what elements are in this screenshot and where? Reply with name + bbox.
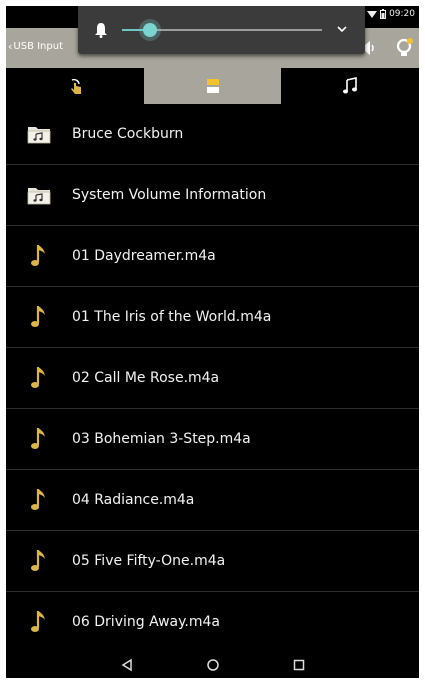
music-folder-icon: [6, 165, 72, 226]
recents-square-icon: [293, 659, 304, 671]
volume-popup: [78, 6, 365, 54]
music-file-icon: [6, 531, 72, 592]
list-item[interactable]: 03 Bohemian 3-Step.m4a: [6, 409, 419, 470]
list-item[interactable]: 01 Daydreamer.m4a: [6, 226, 419, 287]
tab-touch[interactable]: [6, 68, 144, 104]
music-file-icon: [6, 409, 72, 470]
list-item[interactable]: 04 Radiance.m4a: [6, 470, 419, 531]
nav-back-button[interactable]: [119, 657, 135, 673]
list-item[interactable]: 06 Driving Away.m4a: [6, 592, 419, 653]
nav-home-button[interactable]: [205, 657, 221, 673]
wifi-icon: [367, 10, 378, 18]
chevron-down-icon[interactable]: [337, 24, 347, 34]
back-button[interactable]: ‹ USB Input: [8, 40, 63, 53]
touch-icon: [70, 78, 81, 94]
file-list: Bruce Cockburn System Volume Information 0…: [6, 104, 419, 654]
list-item[interactable]: 01 The Iris of the World.m4a: [6, 287, 419, 348]
battery-icon: [380, 9, 387, 19]
music-file-icon: [6, 470, 72, 531]
status-right: 09:20: [367, 9, 415, 19]
list-item-label: 02 Call Me Rose.m4a: [72, 370, 220, 386]
home-circle-icon: [206, 659, 219, 671]
music-file-icon: [6, 592, 72, 653]
tab-bar: [6, 68, 419, 104]
tab-folders[interactable]: [143, 68, 282, 104]
system-nav-bar: [6, 652, 419, 678]
music-folder-icon: [6, 104, 72, 165]
music-note-icon: [343, 77, 358, 94]
list-item[interactable]: System Volume Information: [6, 165, 419, 226]
chevron-left-icon: ‹: [8, 40, 13, 53]
list-item-label: 06 Driving Away.m4a: [72, 614, 220, 630]
back-label: USB Input: [13, 41, 64, 52]
music-file-icon: [6, 348, 72, 409]
status-time: 09:20: [389, 9, 415, 19]
volume-slider[interactable]: [122, 23, 322, 37]
nav-recents-button[interactable]: [291, 657, 307, 673]
device-screen: 09:20 ‹ USB Input Bruce Cockburn System …: [6, 6, 419, 678]
list-item-label: 01 The Iris of the World.m4a: [72, 309, 272, 325]
tab-music[interactable]: [281, 68, 419, 104]
folder-browse-icon: [206, 79, 219, 93]
list-item[interactable]: Bruce Cockburn: [6, 104, 419, 165]
lightbulb-icon[interactable]: [395, 37, 413, 59]
list-item-label: 03 Bohemian 3-Step.m4a: [72, 431, 251, 447]
list-item[interactable]: 05 Five Fifty-One.m4a: [6, 531, 419, 592]
volume-slider-thumb[interactable]: [143, 23, 157, 37]
bell-icon: [95, 23, 107, 38]
music-file-icon: [6, 226, 72, 287]
back-triangle-icon: [121, 658, 132, 672]
list-item-label: System Volume Information: [72, 187, 267, 203]
music-file-icon: [6, 287, 72, 348]
list-item-label: 05 Five Fifty-One.m4a: [72, 553, 226, 569]
list-item-label: 01 Daydreamer.m4a: [72, 248, 216, 264]
list-item[interactable]: 02 Call Me Rose.m4a: [6, 348, 419, 409]
list-item-label: 04 Radiance.m4a: [72, 492, 195, 508]
list-item-label: Bruce Cockburn: [72, 126, 184, 142]
